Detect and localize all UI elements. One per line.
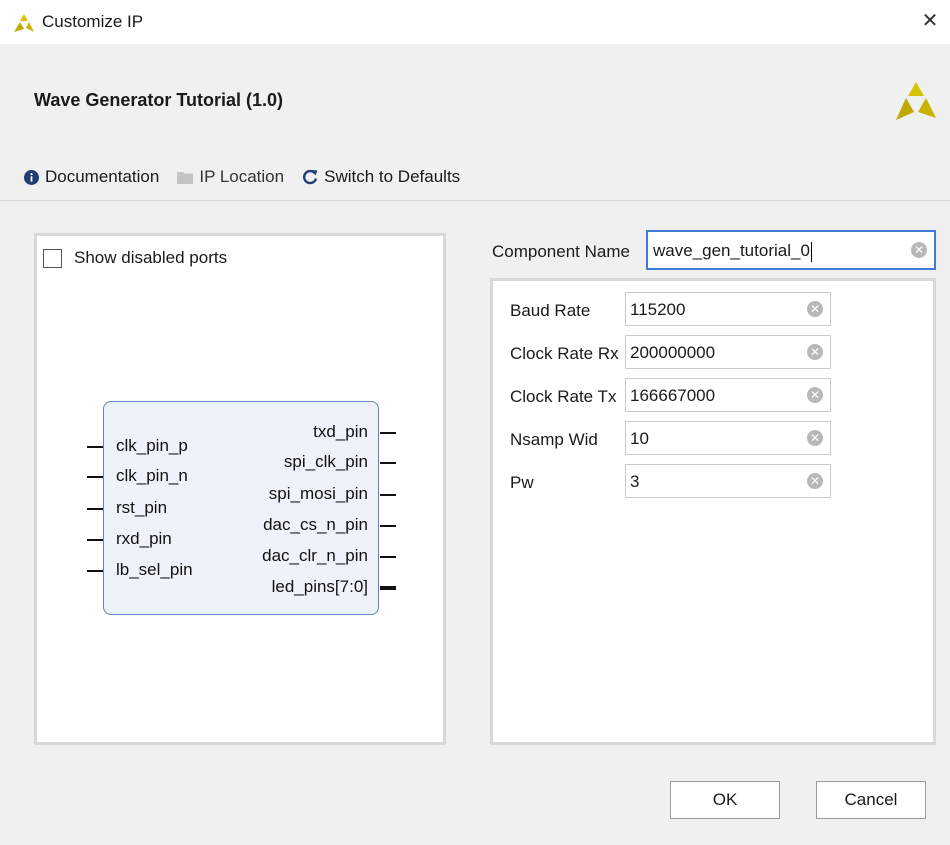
clear-icon[interactable]: ✕	[807, 301, 823, 317]
input-pin: rst_pin	[116, 498, 168, 517]
param-label: Pw	[510, 473, 534, 492]
ok-button[interactable]: OK	[670, 781, 780, 819]
param-value: 10	[630, 429, 649, 448]
param-label: Baud Rate	[510, 301, 591, 320]
ip-title: Wave Generator Tutorial (1.0)	[34, 90, 284, 110]
switch-defaults-label: Switch to Defaults	[324, 167, 461, 186]
clear-icon[interactable]: ✕	[911, 242, 927, 258]
cancel-button[interactable]: Cancel	[816, 781, 926, 819]
pw-field[interactable]: 3 ✕	[625, 464, 831, 498]
pin-stub	[380, 432, 396, 434]
input-pin: clk_pin_n	[116, 466, 188, 485]
component-name-label: Component Name	[492, 242, 630, 261]
bus-pin-stub	[380, 586, 396, 590]
param-label: Nsamp Wid	[510, 430, 598, 449]
symbol-frame: Show disabled ports clk_pin_p clk_pin_n …	[34, 233, 446, 745]
show-disabled-ports-checkbox[interactable]: Show disabled ports	[43, 248, 227, 268]
clear-icon[interactable]: ✕	[807, 344, 823, 360]
pin-stub	[87, 508, 103, 510]
folder-icon	[177, 171, 194, 184]
nsamp-wid-field[interactable]: 10 ✕	[625, 421, 831, 455]
params-frame: Baud Rate 115200 ✕ Clock Rate Rx 2000000…	[490, 278, 936, 745]
output-pin: spi_clk_pin	[283, 452, 368, 471]
input-pin: rxd_pin	[116, 529, 172, 548]
clear-icon[interactable]: ✕	[807, 473, 823, 489]
pin-stub	[87, 446, 103, 448]
baud-rate-field[interactable]: 115200 ✕	[625, 292, 831, 326]
symbol-panel: Show disabled ports clk_pin_p clk_pin_n …	[37, 236, 443, 742]
checkbox-box[interactable]	[43, 248, 62, 268]
window-title: Customize IP	[42, 12, 144, 31]
clock-rate-rx-field[interactable]: 200000000 ✕	[625, 335, 831, 369]
pin-stub	[380, 462, 396, 464]
param-value: 166667000	[630, 386, 716, 405]
param-value: 3	[630, 472, 640, 491]
pin-stub	[87, 539, 103, 541]
output-pin: led_pins[7:0]	[271, 577, 368, 596]
param-value: 200000000	[630, 343, 716, 362]
clear-icon[interactable]: ✕	[807, 387, 823, 403]
show-disabled-ports-label: Show disabled ports	[74, 248, 228, 267]
output-pin: spi_mosi_pin	[268, 484, 368, 503]
pin-stub	[380, 556, 396, 558]
input-pin: clk_pin_p	[116, 436, 188, 455]
ip-location-label: IP Location	[199, 167, 285, 186]
documentation-label: Documentation	[45, 167, 160, 186]
switch-defaults-link[interactable]: Switch to Defaults	[302, 167, 460, 187]
clock-rate-tx-field[interactable]: 166667000 ✕	[625, 378, 831, 412]
title-bar: Customize IP ✕	[0, 0, 950, 44]
pin-stub	[380, 494, 396, 496]
param-label: Clock Rate Tx	[510, 387, 617, 406]
output-pin: dac_clr_n_pin	[262, 546, 368, 565]
toolbar: Documentation IP Location Switch to Defa…	[24, 164, 478, 190]
documentation-link[interactable]: Documentation	[24, 167, 159, 187]
component-name-field[interactable]: wave_gen_tutorial_0 ✕	[646, 230, 936, 270]
params-panel: Baud Rate 115200 ✕ Clock Rate Rx 2000000…	[493, 281, 933, 742]
clear-icon[interactable]: ✕	[807, 430, 823, 446]
pin-stub	[380, 525, 396, 527]
close-icon[interactable]: ✕	[916, 8, 944, 34]
ip-location-link[interactable]: IP Location	[177, 167, 284, 187]
pin-stub	[87, 570, 103, 572]
xilinx-logo-icon	[14, 14, 34, 37]
param-label: Clock Rate Rx	[510, 344, 619, 363]
param-value: 115200	[630, 300, 686, 319]
xilinx-logo-icon	[892, 82, 936, 125]
pin-stub	[87, 476, 103, 478]
info-icon	[24, 169, 39, 185]
dialog-header: Wave Generator Tutorial (1.0) Documentat…	[0, 44, 950, 200]
output-pin: txd_pin	[313, 422, 368, 441]
text-caret	[810, 241, 812, 262]
input-pin: lb_sel_pin	[116, 560, 193, 579]
dialog-body: Show disabled ports clk_pin_p clk_pin_n …	[0, 200, 950, 845]
ip-block-symbol: clk_pin_p clk_pin_n rst_pin rxd_pin lb_s…	[103, 401, 379, 615]
refresh-icon	[302, 169, 318, 185]
component-name-value: wave_gen_tutorial_0	[653, 241, 810, 260]
output-pin: dac_cs_n_pin	[263, 515, 368, 534]
